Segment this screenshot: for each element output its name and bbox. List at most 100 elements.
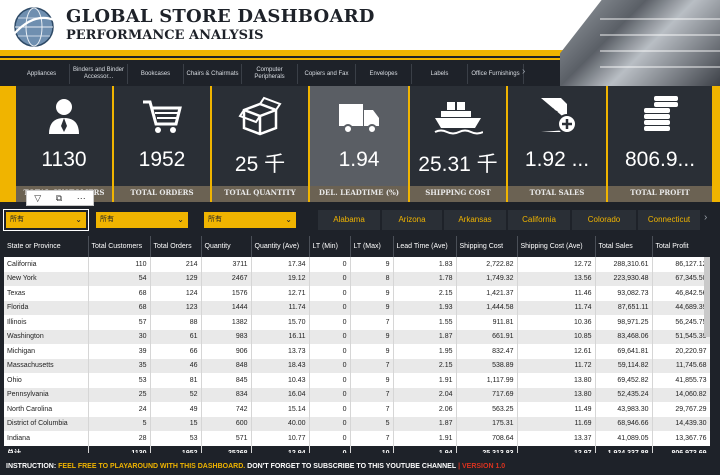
- table-cell: 16.11: [251, 329, 310, 344]
- table-row[interactable]: Indiana 28 53 571 10.77 0 7 1.91 708.64 13.37 41,0…: [4, 431, 710, 446]
- dropdown-value: 所有: [10, 216, 24, 223]
- table-row[interactable]: Texas 68 124 1576 12.71 0 9 2.15 1,421.37 11.46 93…: [4, 286, 710, 301]
- person-icon: [49, 99, 79, 134]
- table-cell: 0: [309, 271, 351, 286]
- table-row[interactable]: Florida 68 123 1444 11.74 0 9 1.93 1,444.58 11.74…: [4, 300, 710, 315]
- state-tab-colorado[interactable]: Colorado: [572, 210, 636, 230]
- dropdown-slicer-1[interactable]: 所有 ⌄: [3, 209, 89, 231]
- table-cell: 832.47: [456, 344, 518, 359]
- table-cell: Pennsylvania: [4, 387, 89, 402]
- table-cell: 7: [350, 402, 394, 417]
- table-row[interactable]: Massachusetts 35 46 848 18.43 0 7 2.15 538.89 11.…: [4, 358, 710, 373]
- table-row[interactable]: North Carolina 24 49 742 15.14 0 7 2.06 563.25 11…: [4, 402, 710, 417]
- table-cell: Florida: [4, 300, 89, 315]
- column-header[interactable]: Shipping Cost: [456, 236, 518, 257]
- column-header[interactable]: LT (Max): [350, 236, 394, 257]
- table-cell: 563.25: [456, 402, 518, 417]
- kpi-value: 1952: [138, 148, 186, 171]
- category-appliances[interactable]: Appliances: [14, 64, 70, 84]
- table-cell: 68: [88, 286, 151, 301]
- coins-icon: [644, 96, 678, 131]
- dropdown-slicer-3[interactable]: 所有 ⌄: [204, 212, 296, 228]
- table-cell: North Carolina: [4, 402, 89, 417]
- table-row[interactable]: New York 54 129 2467 19.12 0 8 1.78 1,749.32 13.5…: [4, 271, 710, 286]
- state-tab-california[interactable]: California: [508, 210, 570, 230]
- table-cell: 12.61: [517, 344, 596, 359]
- table-cell: 11.74: [517, 300, 596, 315]
- filter-icon[interactable]: ▽: [34, 193, 41, 204]
- column-header[interactable]: LT (Min): [309, 236, 351, 257]
- dropdown-value: 所有: [100, 216, 114, 223]
- table-cell: 1,749.32: [456, 271, 518, 286]
- scroll-right-icon[interactable]: ›: [522, 66, 525, 77]
- state-tab-alabama[interactable]: Alabama: [318, 210, 380, 230]
- table-cell: 538.89: [456, 358, 518, 373]
- header-accent-bar: [0, 50, 600, 56]
- total-cell: 12.94: [251, 445, 310, 453]
- table-cell: 86,127.12: [652, 257, 710, 272]
- column-header[interactable]: Total Profit: [652, 236, 710, 257]
- category-copiers[interactable]: Copiers and Fax: [298, 64, 356, 84]
- table-cell: 11.46: [517, 286, 596, 301]
- table-cell: 43,983.30: [595, 402, 653, 417]
- table-cell: 13,367.76: [652, 431, 710, 446]
- focus-mode-icon[interactable]: ⧉: [56, 193, 62, 204]
- more-options-icon[interactable]: ⋯: [77, 193, 86, 204]
- footer-message: FEEL FREE TO PLAYAROUND WITH THIS DASHBO…: [58, 463, 246, 470]
- state-tab-arkansas[interactable]: Arkansas: [444, 210, 506, 230]
- vertical-scrollbar[interactable]: [704, 257, 710, 337]
- table-cell: 214: [150, 257, 202, 272]
- table-cell: 110: [88, 257, 151, 272]
- table-cell: 40.00: [251, 416, 310, 431]
- table-cell: 288,310.61: [595, 257, 653, 272]
- table-header-row: State or Province Total Customers Total Or…: [4, 236, 710, 257]
- table-row[interactable]: Ohio 53 81 845 10.43 0 9 1.91 1,117.99 13.80 69,45…: [4, 373, 710, 388]
- kpi-total-sales: $ 1.92 ... TOTAL SALES: [508, 86, 606, 202]
- table-cell: 3711: [201, 257, 252, 272]
- table-cell: 0: [309, 344, 351, 359]
- column-header[interactable]: State or Province: [4, 236, 89, 257]
- kpi-label: SHIPPING COST: [410, 186, 506, 202]
- dropdown-value: 所有: [208, 216, 222, 223]
- column-header[interactable]: Total Orders: [150, 236, 202, 257]
- table-cell: 30: [88, 329, 151, 344]
- table-cell: 67,345.50: [652, 271, 710, 286]
- column-header[interactable]: Quantity (Ave): [251, 236, 310, 257]
- column-header[interactable]: Shipping Cost (Ave): [517, 236, 596, 257]
- table-row[interactable]: Michigan 39 66 906 13.73 0 9 1.95 832.47 12.61 69,…: [4, 344, 710, 359]
- state-tab-arizona[interactable]: Arizona: [382, 210, 442, 230]
- total-cell: 1.94: [393, 445, 457, 453]
- table-cell: 41,089.05: [595, 431, 653, 446]
- table-row[interactable]: Pennsylvania 25 52 834 16.04 0 7 2.04 717.69 13.8…: [4, 387, 710, 402]
- category-office-furnishings[interactable]: Office Furnishings: [468, 64, 524, 84]
- table-row[interactable]: Washington 30 61 983 16.11 0 9 1.87 661.91 10.85 8…: [4, 329, 710, 344]
- category-labels[interactable]: Labels: [412, 64, 468, 84]
- total-cell: 总计: [4, 445, 89, 453]
- truck-icon: [339, 104, 379, 134]
- column-header[interactable]: Quantity: [201, 236, 252, 257]
- scroll-right-icon[interactable]: ›: [704, 212, 707, 223]
- category-bookcases[interactable]: Bookcases: [128, 64, 184, 84]
- column-header[interactable]: Total Sales: [595, 236, 653, 257]
- table-cell: 19.12: [251, 271, 310, 286]
- category-binders[interactable]: Binders and Binder Accessor...: [70, 64, 128, 84]
- table-row[interactable]: Illinois 57 88 1382 15.70 0 7 1.55 911.81 10.36 98…: [4, 315, 710, 330]
- column-header[interactable]: Total Customers: [88, 236, 151, 257]
- column-header[interactable]: Lead Time (Ave): [393, 236, 457, 257]
- table-cell: 175.31: [456, 416, 518, 431]
- table-row[interactable]: District of Columbia 5 15 600 40.00 0 5 1.87 175…: [4, 416, 710, 431]
- kpi-value: 1130: [41, 148, 87, 171]
- state-tab-connecticut[interactable]: Connecticut: [638, 210, 700, 230]
- table-cell: 20,220.97: [652, 344, 710, 359]
- table-cell: 52,435.24: [595, 387, 653, 402]
- kpi-value: 25 千: [234, 153, 286, 176]
- table-cell: 56,245.75: [652, 315, 710, 330]
- footer-version: VERSION 1.0: [462, 463, 506, 470]
- dropdown-slicer-2[interactable]: 所有 ⌄: [96, 212, 188, 228]
- table-cell: 39: [88, 344, 151, 359]
- category-computer-peripherals[interactable]: Computer Peripherals: [242, 64, 298, 84]
- category-envelopes[interactable]: Envelopes: [356, 64, 412, 84]
- category-chairs[interactable]: Chairs & Chairmats: [184, 64, 242, 84]
- table-row[interactable]: California 110 214 3711 17.34 0 9 1.83 2,722.82 1…: [4, 257, 710, 272]
- table-cell: 661.91: [456, 329, 518, 344]
